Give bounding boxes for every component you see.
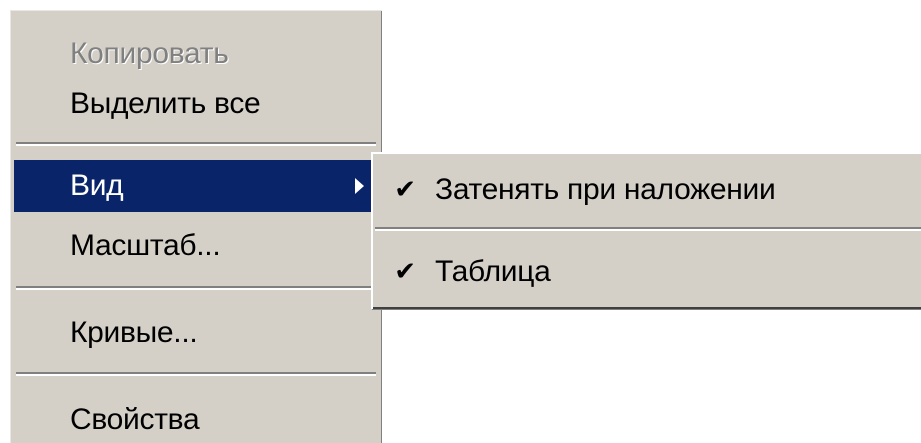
- menu-separator: [16, 372, 376, 376]
- menu-item-curves[interactable]: Кривые...: [14, 307, 378, 359]
- menu-item-scale[interactable]: Масштаб...: [14, 220, 378, 272]
- menu-item-select-all-label: Выделить все: [70, 87, 261, 120]
- context-menu: Копировать Выделить все Вид Масштаб... К…: [10, 10, 382, 443]
- submenu-item-table-label: Таблица: [435, 255, 551, 288]
- submenu-arrow-icon: [355, 178, 364, 194]
- submenu-separator: [375, 227, 921, 231]
- menu-separator: [16, 286, 376, 290]
- view-submenu: ✔ Затенять при наложении ✔ Таблица: [371, 152, 921, 309]
- menu-separator: [16, 142, 376, 146]
- submenu-item-shade-overlap-label: Затенять при наложении: [435, 173, 776, 206]
- menu-item-view[interactable]: Вид: [14, 160, 378, 212]
- submenu-item-shade-overlap[interactable]: ✔ Затенять при наложении: [375, 162, 921, 218]
- menu-item-properties[interactable]: Свойства: [14, 394, 378, 443]
- submenu-item-table[interactable]: ✔ Таблица: [375, 244, 921, 300]
- menu-item-copy-label: Копировать: [70, 37, 229, 70]
- menu-item-scale-label: Масштаб...: [70, 229, 221, 262]
- menu-item-copy: Копировать: [14, 28, 378, 80]
- menu-item-properties-label: Свойства: [70, 403, 200, 436]
- menu-item-curves-label: Кривые...: [70, 316, 198, 349]
- checkmark-icon: ✔: [394, 257, 416, 287]
- menu-item-select-all[interactable]: Выделить все: [14, 78, 378, 130]
- checkmark-icon: ✔: [394, 175, 416, 205]
- screen: Копировать Выделить все Вид Масштаб... К…: [0, 0, 921, 443]
- menu-item-view-label: Вид: [70, 169, 124, 202]
